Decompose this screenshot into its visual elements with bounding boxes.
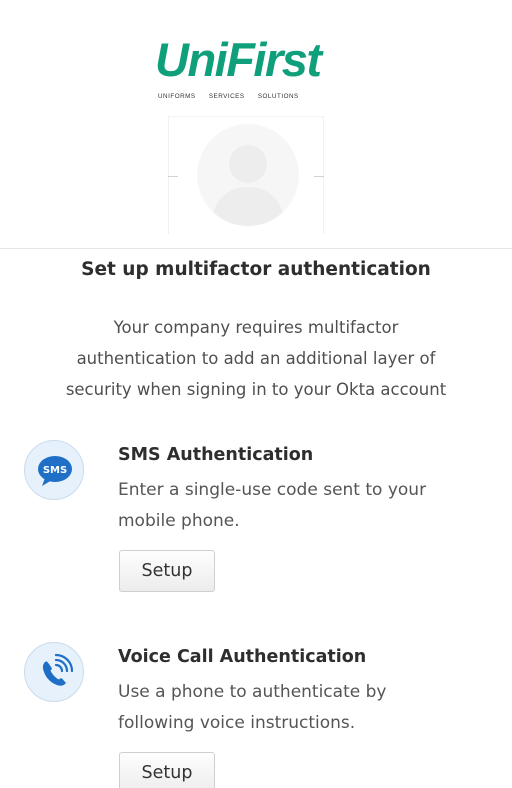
description-line: following voice instructions. bbox=[118, 713, 356, 733]
factor-description-voice-call: Use a phone to authenticate by following… bbox=[118, 677, 508, 739]
avatar-divider-right bbox=[314, 176, 324, 177]
sms-setup-button[interactable]: Setup bbox=[119, 550, 215, 592]
user-avatar-icon bbox=[197, 124, 299, 226]
factor-name-voice-call: Voice Call Authentication bbox=[118, 647, 367, 667]
subtitle-line: authentication to add an additional laye… bbox=[76, 349, 436, 368]
page-title: Set up multifactor authentication bbox=[81, 259, 431, 280]
voice-call-setup-button[interactable]: Setup bbox=[119, 752, 215, 788]
description-line: Use a phone to authenticate by bbox=[118, 682, 387, 702]
logo-tagline-uniforms: UNIFORMS bbox=[158, 93, 196, 100]
factor-description-sms: Enter a single-use code sent to your mob… bbox=[118, 475, 508, 537]
logo-tagline-services: SERVICES bbox=[208, 93, 245, 100]
logo-brand-text: UniFirst bbox=[155, 33, 322, 86]
voice-call-icon bbox=[24, 642, 84, 702]
logo-tagline: UNIFORMS SERVICES SOLUTIONS bbox=[158, 93, 340, 100]
logo-tagline-solutions: SOLUTIONS bbox=[257, 93, 299, 100]
sms-icon-label: SMS bbox=[43, 465, 67, 476]
factor-name-sms: SMS Authentication bbox=[118, 445, 314, 465]
subtitle-line: Your company requires multifactor bbox=[113, 318, 399, 337]
subtitle-line: security when signing in to your Okta ac… bbox=[65, 380, 447, 399]
avatar-divider-left bbox=[168, 176, 178, 177]
sms-icon: SMS bbox=[24, 440, 84, 500]
description-line: Enter a single-use code sent to your bbox=[118, 480, 427, 500]
page-subtitle: Your company requires multifactor authen… bbox=[0, 312, 512, 405]
description-line: mobile phone. bbox=[118, 511, 240, 531]
company-logo: UniFirst UNIFORMS SERVICES SOLUTIONS bbox=[141, 20, 351, 112]
header-divider bbox=[0, 248, 512, 249]
